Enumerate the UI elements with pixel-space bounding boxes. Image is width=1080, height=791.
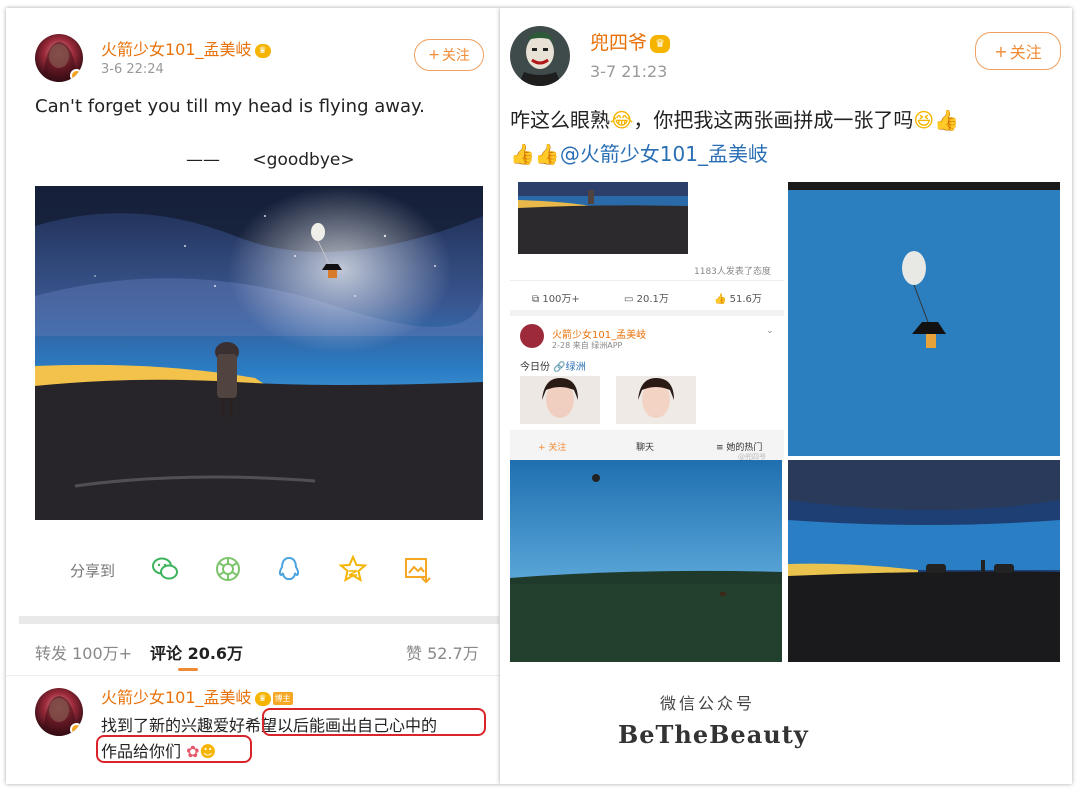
thumbs-up-icon: 👍 <box>534 142 560 166</box>
like-tab[interactable]: 赞 52.7万 <box>406 640 479 664</box>
repost-icon: ⧉ <box>532 294 543 305</box>
embedded-text: 今日份 🔗绿洲 <box>520 362 586 373</box>
highlight-circle-1 <box>262 708 486 736</box>
embedded-like: 👍 51.6万 <box>714 294 762 305</box>
painting-landscape-tile-2[interactable] <box>788 460 1060 662</box>
repost-tab[interactable]: 转发 100万+ <box>35 640 132 664</box>
verified-badge-icon <box>70 723 83 736</box>
avatar[interactable] <box>35 34 83 82</box>
crown-icon: ♛ <box>650 34 671 53</box>
active-tab-indicator <box>178 668 198 671</box>
verified-badge-icon <box>70 69 83 82</box>
plus-icon: + <box>994 41 1008 61</box>
embedded-photo-1 <box>520 376 600 424</box>
username-text: 火箭少女101_孟美岐 <box>101 40 252 59</box>
post-text-line1: 咋这么眼熟😂，你把我这两张画拼成一张了吗😆👍 <box>510 108 960 132</box>
reaction-count: 1183人发表了态度 <box>694 267 771 277</box>
left-weibo-post: 火箭少女101_孟美岐 ♛ 3-6 22:24 + 关注 Can't forget … <box>6 8 500 784</box>
post-text-line2: 👍👍@火箭少女101_孟美岐 <box>510 138 768 167</box>
crown-icon: ♛ <box>254 691 271 706</box>
embedded-photo-2 <box>616 376 696 424</box>
comment-avatar[interactable] <box>35 688 83 736</box>
watermark-line1: 微信公众号 <box>660 694 756 713</box>
painting-balloon-tile[interactable] <box>788 182 1060 456</box>
share-label: 分享到 <box>70 562 116 580</box>
qq-icon[interactable] <box>274 554 304 584</box>
follow-button[interactable]: + 关注 <box>975 32 1061 70</box>
embedded-comment: ▭ 20.1万 <box>624 294 669 305</box>
mention-link[interactable]: @火箭少女101_孟美岐 <box>560 142 768 166</box>
host-badge: 博主 <box>272 692 293 705</box>
post-time: 3-7 21:23 <box>590 62 668 81</box>
thumbs-up-icon: 👍 <box>934 108 960 132</box>
plus-icon: + <box>428 47 440 63</box>
username[interactable]: 火箭少女101_孟美岐 ♛ <box>101 36 271 60</box>
post-text-line1: Can't forget you till my head is flying … <box>35 96 425 117</box>
link-icon: 🔗 <box>553 362 566 373</box>
post-image-painting[interactable] <box>35 186 483 520</box>
thumbnail-image <box>518 182 688 254</box>
laugh-cry-emoji-icon: 😂 <box>610 108 634 132</box>
thumbs-up-icon: 👍 <box>510 142 535 166</box>
stats-row: 转发 100万+ 评论 20.6万 赞 52.7万 <box>6 632 500 676</box>
embedded-meta: 2-28 来自 绿洲APP <box>552 341 623 350</box>
share-row: 分享到 <box>6 548 500 588</box>
embedded-avatar <box>520 324 544 348</box>
wechat-icon[interactable] <box>150 554 180 584</box>
post-text-line2: —— <goodbye> <box>186 150 355 170</box>
follow-button[interactable]: + 关注 <box>414 39 484 71</box>
right-weibo-post: 兜四爷 ♛ 3-7 21:23 + 关注 咋这么眼熟😂，你把我这两张画拼成一张了吗😆… <box>500 8 1072 784</box>
embedded-repost: ⧉ 100万+ <box>532 294 580 305</box>
comment-username[interactable]: 火箭少女101_孟美岐 ♛ 博主 <box>101 684 293 708</box>
qzone-icon[interactable] <box>338 554 368 584</box>
highlight-circle-2 <box>96 735 252 763</box>
crown-icon: ♛ <box>254 43 271 58</box>
embedded-chat: 聊天 <box>636 443 655 453</box>
moments-icon[interactable] <box>213 554 243 584</box>
embedded-screenshot[interactable]: 1183人发表了态度 ⧉ 100万+ ▭ 20.1万 👍 51.6万 火箭少女1… <box>510 180 784 462</box>
divider <box>19 616 499 624</box>
chevron-down-icon: ⌄ <box>766 326 774 336</box>
comment-icon: ▭ <box>624 294 637 305</box>
painting-landscape-tile-1[interactable] <box>510 460 782 662</box>
post-time: 3-6 22:24 <box>101 62 164 77</box>
save-image-icon[interactable] <box>402 554 432 584</box>
username[interactable]: 兜四爷 ♛ <box>590 28 671 55</box>
embedded-username: 火箭少女101_孟美岐 <box>552 330 647 341</box>
comment-tab[interactable]: 评论 20.6万 <box>150 640 243 664</box>
watermark-line2: BeTheBeauty <box>618 720 809 749</box>
avatar[interactable] <box>510 26 570 86</box>
laugh-emoji-icon: 😆 <box>913 108 935 132</box>
like-icon: 👍 <box>714 294 730 305</box>
embedded-follow: + 关注 <box>538 443 567 453</box>
